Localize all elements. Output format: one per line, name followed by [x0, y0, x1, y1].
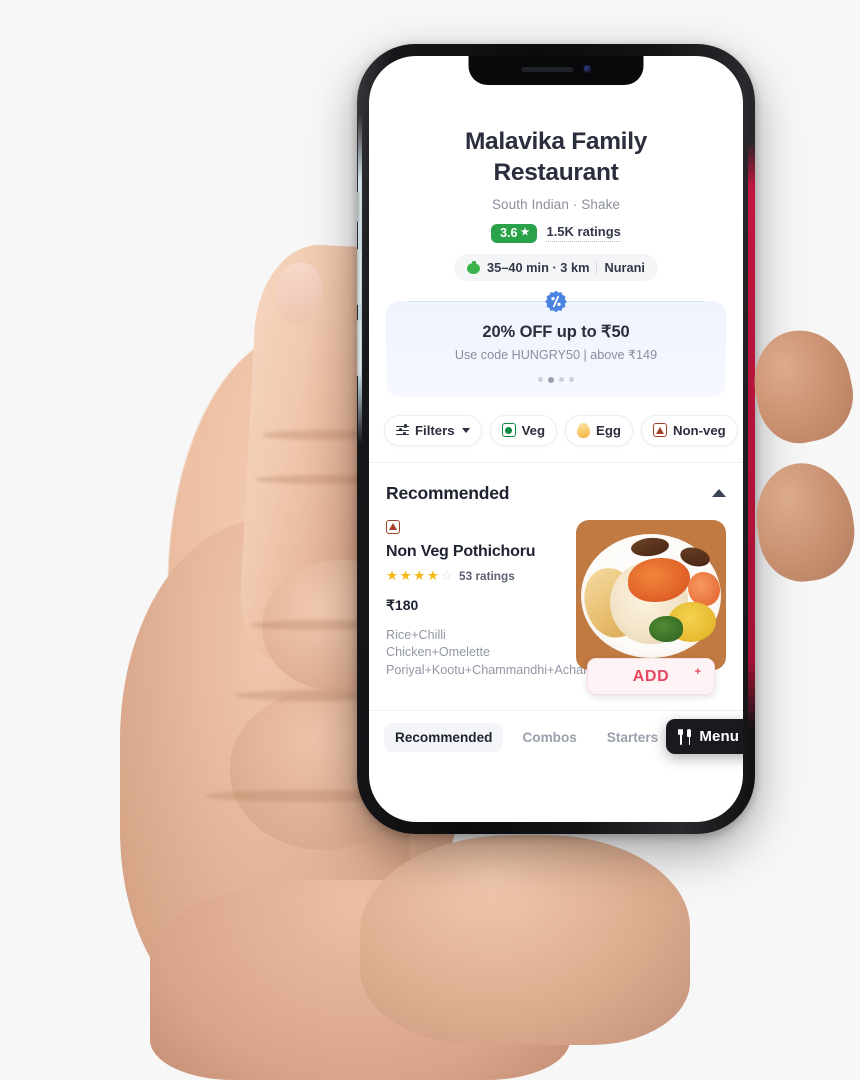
menu-floating-button[interactable]: Menu [666, 719, 743, 754]
section-title: Recommended [386, 482, 510, 503]
tab-recommended[interactable]: Recommended [384, 723, 504, 752]
carousel-dot[interactable] [538, 376, 543, 382]
front-camera [583, 65, 591, 73]
star-rating: ★ ★ ★ ★ ☆ [386, 567, 454, 583]
carrot-side [688, 571, 720, 606]
recommended-section-header[interactable]: Recommended [369, 463, 743, 504]
egg-icon [577, 422, 591, 438]
earpiece-speaker [521, 66, 573, 72]
nonveg-triangle-icon [386, 519, 400, 534]
menu-fab-label: Menu [699, 728, 739, 745]
carousel-dot-active[interactable] [548, 376, 554, 383]
offer-carousel[interactable]: 20% OFF up to ₹50 Use code HUNGRY50 | ab… [386, 290, 726, 397]
menu-item[interactable]: Non Veg Pothichoru ★ ★ ★ ★ ☆ 53 ratings ₹180… [369, 504, 743, 695]
carousel-dot[interactable] [559, 376, 564, 382]
star-icon: ★ [520, 227, 530, 239]
add-label: ADD [632, 667, 670, 685]
veg-square-icon [501, 423, 516, 437]
tab-starters[interactable]: Starters [596, 723, 669, 752]
phone-side-accent [748, 140, 755, 730]
delivery-info-pill[interactable]: 35–40 min · 3 km Nurani [454, 253, 658, 281]
cutlery-icon [678, 728, 692, 745]
delivery-time: 35–40 min · 3 km [487, 259, 590, 275]
menu-item-price: ₹180 [386, 596, 419, 613]
offer-subtitle: Use code HUNGRY50 | above ₹149 [454, 347, 658, 362]
scene: Malavika Family Restaurant South Indian … [0, 0, 860, 1080]
rating-count[interactable]: 1.5K ratings [546, 224, 621, 243]
restaurant-cuisine: South Indian · Shake [491, 197, 621, 212]
plus-icon: + [694, 666, 701, 678]
phone-device: Malavika Family Restaurant South Indian … [357, 44, 755, 834]
chip-veg[interactable]: Veg [489, 414, 558, 446]
carousel-dots[interactable] [400, 376, 712, 383]
phone-screen: Malavika Family Restaurant South Indian … [369, 56, 743, 822]
add-button[interactable]: ADD + [587, 658, 715, 695]
greens-side [649, 615, 683, 642]
menu-item-image-block: ADD + [576, 519, 726, 695]
notch [468, 56, 644, 85]
chip-egg-label: Egg [596, 422, 621, 438]
offer-card[interactable]: 20% OFF up to ₹50 Use code HUNGRY50 | ab… [386, 300, 726, 397]
volume-up-button[interactable] [357, 249, 361, 305]
nonveg-triangle-icon [652, 423, 667, 437]
chip-egg[interactable]: Egg [565, 414, 633, 446]
stopwatch-icon [467, 260, 481, 274]
chip-veg-label: Veg [521, 422, 546, 438]
rating-row: 3.6 ★ 1.5K ratings [369, 224, 743, 243]
filters-button[interactable]: Filters [384, 414, 482, 446]
finger-bottom [360, 835, 690, 1045]
mute-switch[interactable] [357, 192, 361, 222]
rating-value: 3.6 [500, 226, 518, 240]
menu-item-description: Rice+Chilli Chicken+Omelette Poriyal+Koo… [386, 627, 675, 677]
volume-down-button[interactable] [357, 320, 361, 376]
divider [596, 260, 598, 274]
tab-combos[interactable]: Combos [511, 723, 587, 752]
discount-badge-icon [545, 290, 568, 313]
menu-item-rating-count: 53 ratings [459, 568, 515, 583]
app-content: Malavika Family Restaurant South Indian … [369, 56, 743, 822]
carousel-dot[interactable] [569, 376, 574, 382]
filters-label: Filters [415, 422, 455, 438]
sliders-icon [396, 424, 409, 436]
chevron-up-icon[interactable] [712, 489, 726, 497]
menu-item-details: Non Veg Pothichoru ★ ★ ★ ★ ☆ 53 ratings ₹180… [386, 519, 675, 680]
food-image[interactable] [576, 519, 726, 670]
chevron-down-icon [461, 427, 470, 433]
offer-title: 20% OFF up to ₹50 [482, 322, 630, 341]
filter-chips-row[interactable]: Filters Veg Egg Non-veg [369, 397, 743, 462]
locality: Nurani [604, 259, 645, 275]
menu-item-rating: ★ ★ ★ ★ ☆ 53 ratings [386, 569, 564, 583]
chip-nonveg-label: Non-veg [672, 422, 726, 438]
restaurant-name: Malavika Family Restaurant [464, 128, 648, 186]
chip-nonveg[interactable]: Non-veg [640, 414, 738, 446]
rating-badge[interactable]: 3.6 ★ [491, 224, 538, 243]
menu-item-name: Non Veg Pothichoru [386, 542, 536, 560]
